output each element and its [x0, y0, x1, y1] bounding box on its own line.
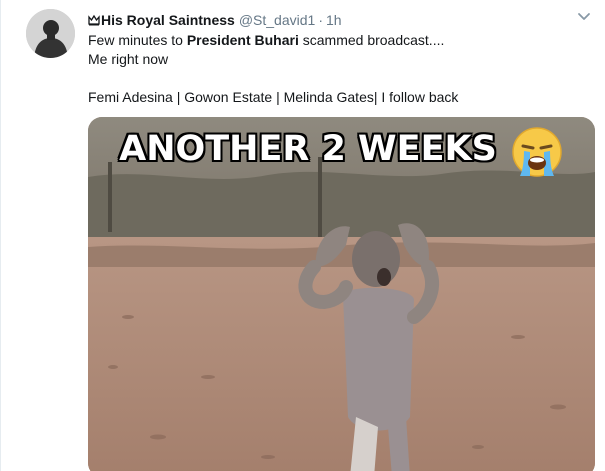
tweet-text: Few minutes to President Buhari scammed … — [88, 31, 585, 107]
tweet-media-video[interactable]: ANOTHER 2 WEEKS — [88, 117, 595, 471]
avatar[interactable] — [26, 9, 75, 58]
user-handle[interactable]: @St_david1 — [239, 12, 315, 28]
tweet[interactable]: His Royal Saintness @St_david1 · 1h Few min… — [0, 0, 605, 471]
chevron-down-icon[interactable] — [577, 12, 591, 22]
tweet-text-line-3: Femi Adesina | Gowon Estate | Melinda Ga… — [88, 89, 459, 105]
tweet-text-line-1: Few minutes to President Buhari scammed … — [88, 32, 445, 48]
crown-icon — [88, 14, 100, 26]
video-caption: ANOTHER 2 WEEKS — [119, 129, 497, 169]
display-name[interactable]: His Royal Saintness — [101, 12, 235, 28]
timestamp[interactable]: 1h — [326, 12, 342, 28]
bold-mention: President Buhari — [186, 32, 299, 48]
tweet-text-line-2: Me right now — [88, 51, 169, 67]
loudly-crying-face-icon — [512, 127, 562, 177]
separator-dot: · — [318, 12, 323, 28]
tweet-header: His Royal Saintness @St_david1 · 1h — [88, 10, 565, 30]
